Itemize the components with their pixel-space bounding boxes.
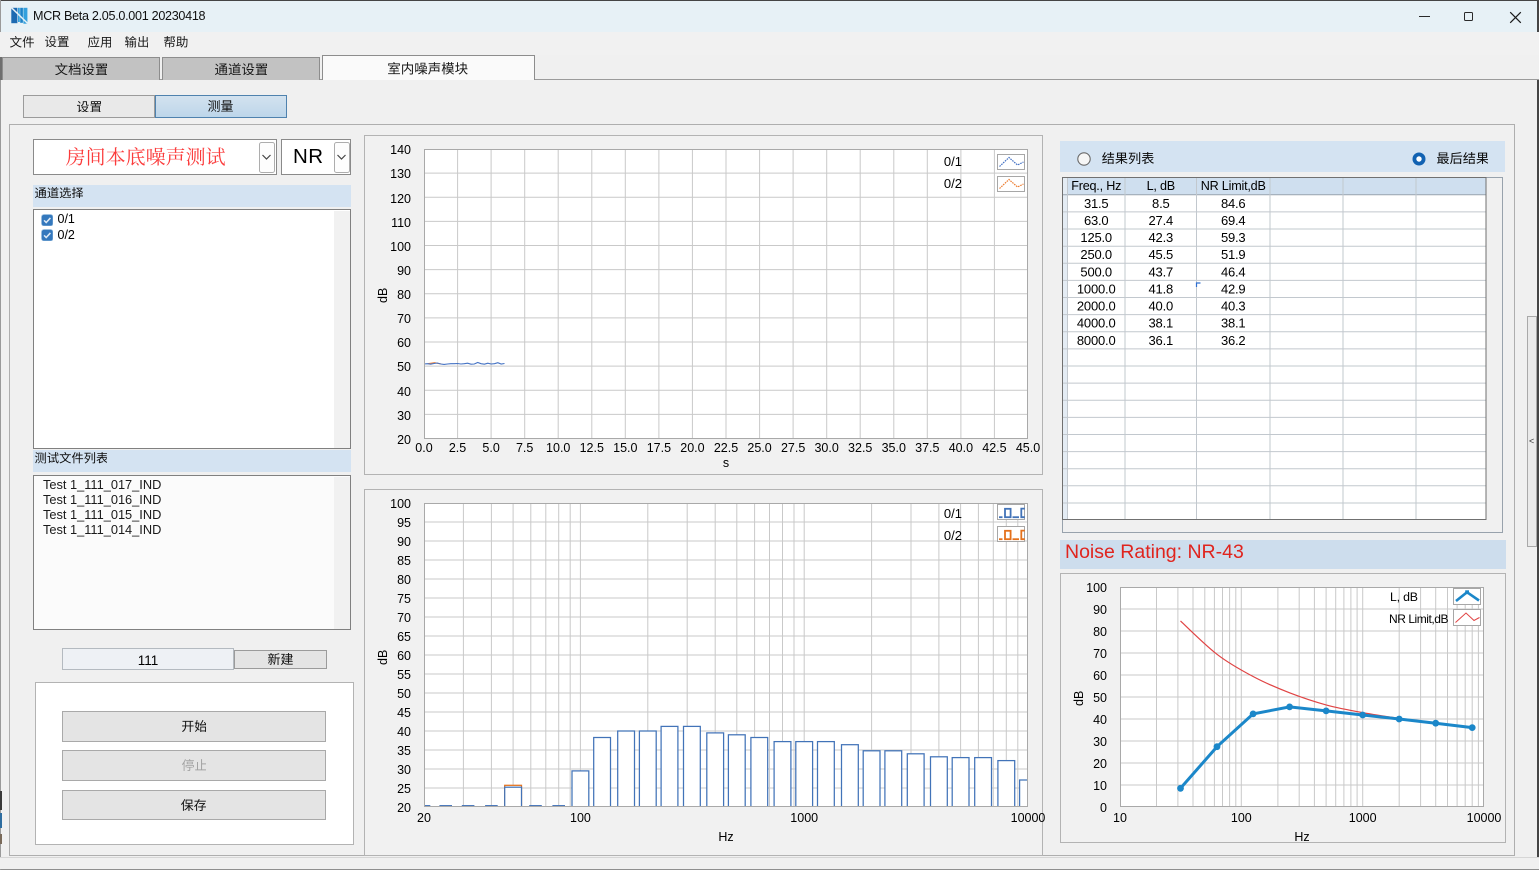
svg-text:Freq., Hz: Freq., Hz [1071, 179, 1121, 193]
svg-text:45.5: 45.5 [1149, 247, 1174, 262]
svg-text:125.0: 125.0 [1080, 230, 1112, 245]
svg-text:31.5: 31.5 [1084, 196, 1109, 211]
svg-text:43.7: 43.7 [1149, 264, 1174, 279]
svg-text:46.4: 46.4 [1221, 264, 1246, 279]
svg-text:51.9: 51.9 [1221, 247, 1246, 262]
svg-text:42.9: 42.9 [1221, 281, 1246, 296]
svg-text:38.1: 38.1 [1221, 316, 1246, 331]
svg-text:63.0: 63.0 [1084, 213, 1109, 228]
svg-text:36.1: 36.1 [1149, 333, 1174, 348]
svg-text:27.4: 27.4 [1149, 213, 1174, 228]
svg-text:NR Limit,dB: NR Limit,dB [1201, 179, 1266, 193]
svg-text:4000.0: 4000.0 [1077, 316, 1116, 331]
svg-text:40.0: 40.0 [1149, 299, 1174, 314]
svg-text:L, dB: L, dB [1147, 179, 1175, 193]
svg-text:8000.0: 8000.0 [1077, 333, 1116, 348]
svg-text:8.5: 8.5 [1152, 196, 1169, 211]
svg-text:59.3: 59.3 [1221, 230, 1246, 245]
svg-text:36.2: 36.2 [1221, 333, 1246, 348]
svg-text:1000.0: 1000.0 [1077, 281, 1116, 296]
svg-text:40.3: 40.3 [1221, 299, 1246, 314]
svg-text:42.3: 42.3 [1149, 230, 1174, 245]
svg-text:38.1: 38.1 [1149, 316, 1174, 331]
svg-text:69.4: 69.4 [1221, 213, 1246, 228]
svg-text:84.6: 84.6 [1221, 196, 1246, 211]
svg-text:250.0: 250.0 [1080, 247, 1112, 262]
svg-text:41.8: 41.8 [1149, 281, 1174, 296]
svg-text:500.0: 500.0 [1080, 264, 1112, 279]
svg-text:2000.0: 2000.0 [1077, 299, 1116, 314]
